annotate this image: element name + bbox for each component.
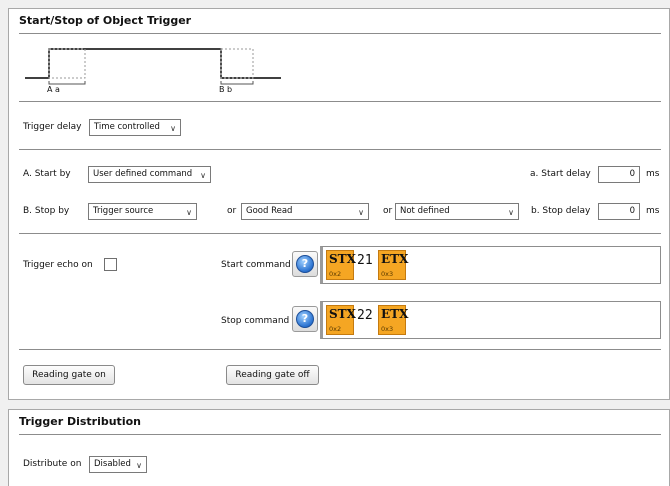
reading-gate-off-button[interactable]: Reading gate off	[226, 365, 319, 385]
chevron-down-icon: ∨	[136, 461, 142, 470]
divider	[19, 434, 661, 435]
distribution-panel: Trigger Distribution Distribute on Disab…	[8, 409, 670, 486]
or-label: or	[227, 206, 237, 216]
or-label: or	[383, 206, 393, 216]
stop-command-label: Stop command	[221, 316, 290, 326]
trigger-echo-label: Trigger echo on	[23, 260, 93, 270]
help-icon: ?	[296, 310, 314, 328]
start-command-field[interactable]: STX 0x2 21 ETX 0x3	[320, 246, 661, 284]
trigger-delay-label: Trigger delay	[23, 122, 82, 132]
divider	[19, 349, 661, 350]
stop-by-select[interactable]: Trigger source ∨	[88, 203, 197, 220]
divider	[19, 233, 661, 234]
stop-command-help-button[interactable]: ?	[292, 306, 318, 332]
divider	[19, 33, 661, 34]
panel-title: Start/Stop of Object Trigger	[19, 14, 192, 27]
trigger-delay-select[interactable]: Time controlled ∨	[89, 119, 181, 136]
chevron-down-icon: ∨	[186, 208, 192, 217]
distribute-on-label: Distribute on	[23, 459, 82, 469]
stop-by-select-2[interactable]: Good Read ∨	[241, 203, 369, 220]
chevron-down-icon: ∨	[508, 208, 514, 217]
divider	[19, 101, 661, 102]
start-command-label: Start command	[221, 260, 291, 270]
stop-delay-label: b. Stop delay	[531, 206, 591, 216]
stop-delay-input[interactable]: 0	[598, 203, 640, 220]
start-delay-unit: ms	[646, 169, 660, 179]
stop-by-select-3[interactable]: Not defined ∨	[395, 203, 519, 220]
start-delay-label: a. Start delay	[530, 169, 591, 179]
stop-command-field[interactable]: STX 0x2 22 ETX 0x3	[320, 301, 661, 339]
command-payload: 22	[357, 308, 373, 323]
panel-title: Trigger Distribution	[19, 415, 141, 428]
divider	[19, 149, 661, 150]
trigger-echo-checkbox[interactable]	[104, 258, 117, 271]
start-by-select[interactable]: User defined command ∨	[88, 166, 211, 183]
trigger-panel: Start/Stop of Object Trigger A a B b Tri…	[8, 8, 670, 400]
start-command-help-button[interactable]: ?	[292, 251, 318, 277]
command-payload: 21	[357, 253, 373, 268]
chevron-down-icon: ∨	[358, 208, 364, 217]
diagram-label-stop: B b	[219, 85, 233, 94]
stop-by-label: B. Stop by	[23, 206, 70, 216]
distribute-on-select[interactable]: Disabled ∨	[89, 456, 147, 473]
stx-token[interactable]: STX 0x2	[326, 250, 356, 280]
etx-token[interactable]: ETX 0x3	[378, 305, 408, 335]
stx-token[interactable]: STX 0x2	[326, 305, 356, 335]
stop-delay-unit: ms	[646, 206, 660, 216]
help-icon: ?	[296, 255, 314, 273]
reading-gate-on-button[interactable]: Reading gate on	[23, 365, 115, 385]
chevron-down-icon: ∨	[200, 171, 206, 180]
etx-token[interactable]: ETX 0x3	[378, 250, 408, 280]
chevron-down-icon: ∨	[170, 124, 176, 133]
start-delay-input[interactable]: 0	[598, 166, 640, 183]
diagram-label-start: A a	[47, 85, 60, 94]
start-by-label: A. Start by	[23, 169, 71, 179]
